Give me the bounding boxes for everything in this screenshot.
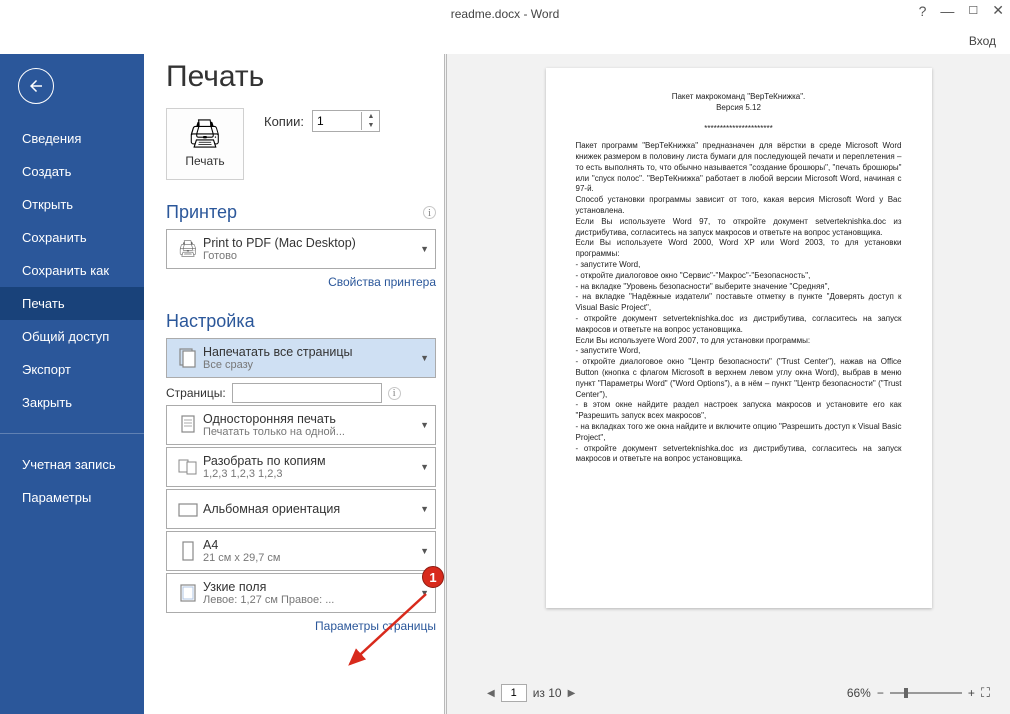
close-button[interactable]: ✕ xyxy=(992,2,1004,19)
nav-item-4[interactable]: Сохранить как xyxy=(0,254,144,287)
preview-scroll[interactable]: Пакет макрокоманд "ВерТеКнижка".Версия 5… xyxy=(473,62,1004,678)
printer-icon: 🖨 xyxy=(187,120,223,148)
setting-option-5[interactable]: Узкие поляЛевое: 1,27 см Правое: ...▼ xyxy=(166,573,436,613)
collate-icon xyxy=(173,455,203,479)
chevron-down-icon: ▼ xyxy=(416,353,429,363)
body: СведенияСоздатьОткрытьСохранитьСохранить… xyxy=(0,54,1010,714)
back-arrow-icon xyxy=(27,77,45,95)
chevron-down-icon: ▼ xyxy=(416,420,429,430)
page-title: Печать xyxy=(166,60,436,94)
pages-label: Страницы: xyxy=(166,386,226,400)
zoom-in-button[interactable]: + xyxy=(968,686,975,700)
option-sublabel: Все сразу xyxy=(203,359,416,371)
sidebar: СведенияСоздатьОткрытьСохранитьСохранить… xyxy=(0,54,144,714)
chevron-down-icon: ▼ xyxy=(416,462,429,472)
nav-item-5[interactable]: Печать xyxy=(0,287,144,320)
preview-footer: ◀ из 10 ▶ 66% − + ⛶ xyxy=(473,678,1004,708)
page-number-input[interactable] xyxy=(501,684,527,702)
nav-item-7[interactable]: Экспорт xyxy=(0,353,144,386)
option-title: Напечатать все страницы xyxy=(203,345,416,359)
setting-option-2[interactable]: Разобрать по копиям1,2,3 1,2,3 1,2,3▼ xyxy=(166,447,436,487)
zoom-slider[interactable] xyxy=(890,692,962,694)
printer-name: Print to PDF (Mac Desktop) xyxy=(203,236,416,250)
app-window: readme.docx - Word ? — ☐ ✕ Вход Сведения… xyxy=(0,0,1010,714)
pager: ◀ из 10 ▶ xyxy=(487,684,575,702)
printer-heading: Принтер xyxy=(166,202,237,223)
next-page-button[interactable]: ▶ xyxy=(568,688,576,699)
copies-spinner[interactable]: ▲ ▼ xyxy=(312,110,380,132)
nav-item-8[interactable]: Закрыть xyxy=(0,386,144,419)
preview-page: Пакет макрокоманд "ВерТеКнижка".Версия 5… xyxy=(546,68,932,608)
preview-pane: Пакет макрокоманд "ВерТеКнижка".Версия 5… xyxy=(444,54,1010,714)
nav-item-3[interactable]: Сохранить xyxy=(0,221,144,254)
nav-separator xyxy=(0,433,144,434)
copies-input[interactable] xyxy=(313,111,361,131)
option-title: Альбомная ориентация xyxy=(203,502,416,516)
option-sublabel: 1,2,3 1,2,3 1,2,3 xyxy=(203,468,416,480)
nav-item-6[interactable]: Общий доступ xyxy=(0,320,144,353)
setting-option-4[interactable]: A421 см x 29,7 см▼ xyxy=(166,531,436,571)
chevron-down-icon: ▼ xyxy=(416,244,429,254)
chevron-down-icon: ▼ xyxy=(416,546,429,556)
nav-footer-item-1[interactable]: Параметры xyxy=(0,481,144,514)
setting-option-0[interactable]: Напечатать все страницыВсе сразу▼ xyxy=(166,338,436,378)
zoom-percent: 66% xyxy=(847,686,871,700)
window-controls: ? — ☐ ✕ xyxy=(919,2,1004,19)
nav-footer-item-0[interactable]: Учетная запись xyxy=(0,448,144,481)
settings-heading: Настройка xyxy=(166,311,255,332)
option-sublabel: Печатать только на одной... xyxy=(203,426,416,438)
copies-down[interactable]: ▼ xyxy=(362,121,380,130)
chevron-down-icon: ▼ xyxy=(416,504,429,514)
pages-all-icon xyxy=(173,346,203,370)
option-title: A4 xyxy=(203,538,416,552)
page-total: из 10 xyxy=(533,686,562,700)
option-sublabel: 21 см x 29,7 см xyxy=(203,552,416,564)
zoom-controls: 66% − + ⛶ xyxy=(847,685,990,701)
chevron-down-icon: ▼ xyxy=(416,588,429,598)
one-side-icon xyxy=(173,413,203,437)
printer-status: Готово xyxy=(203,250,416,262)
print-pane: Печать 🖨 Печать Копии: ▲ ▼ xyxy=(144,54,444,714)
copies-up[interactable]: ▲ xyxy=(362,112,380,121)
pages-info-icon[interactable]: i xyxy=(388,387,401,400)
help-button[interactable]: ? xyxy=(919,3,927,19)
printer-selector[interactable]: 🖨 Print to PDF (Mac Desktop) Готово ▼ xyxy=(166,229,436,269)
minimize-button[interactable]: — xyxy=(940,3,954,19)
a4-icon xyxy=(173,539,203,563)
main: Печать 🖨 Печать Копии: ▲ ▼ xyxy=(144,54,1010,714)
print-button-label: Печать xyxy=(185,154,224,168)
signin-link[interactable]: Вход xyxy=(969,34,996,48)
copies-label: Копии: xyxy=(264,114,304,129)
nav-item-0[interactable]: Сведения xyxy=(0,122,144,155)
prev-page-button[interactable]: ◀ xyxy=(487,688,495,699)
maximize-button[interactable]: ☐ xyxy=(968,4,978,17)
setting-option-3[interactable]: Альбомная ориентация▼ xyxy=(166,489,436,529)
nav-item-1[interactable]: Создать xyxy=(0,155,144,188)
margins-icon xyxy=(173,581,203,605)
back-button[interactable] xyxy=(18,68,54,104)
zoom-out-button[interactable]: − xyxy=(877,686,884,700)
option-title: Узкие поля xyxy=(203,580,416,594)
window-title: readme.docx - Word xyxy=(451,7,560,21)
option-title: Разобрать по копиям xyxy=(203,454,416,468)
option-title: Односторонняя печать xyxy=(203,412,416,426)
titlebar: readme.docx - Word ? — ☐ ✕ xyxy=(0,0,1010,28)
printer-info-icon[interactable]: i xyxy=(423,206,436,219)
option-sublabel: Левое: 1,27 см Правое: ... xyxy=(203,594,416,606)
nav-item-2[interactable]: Открыть xyxy=(0,188,144,221)
pages-input[interactable] xyxy=(232,383,382,403)
fit-page-button[interactable]: ⛶ xyxy=(981,685,990,701)
second-row: Вход xyxy=(0,28,1010,54)
setting-option-1[interactable]: Односторонняя печатьПечатать только на о… xyxy=(166,405,436,445)
printer-device-icon: 🖨 xyxy=(173,239,203,259)
printer-properties-link[interactable]: Свойства принтера xyxy=(166,275,436,289)
print-button[interactable]: 🖨 Печать xyxy=(166,108,244,180)
page-setup-link[interactable]: Параметры страницы xyxy=(166,619,436,633)
landscape-icon xyxy=(173,497,203,521)
